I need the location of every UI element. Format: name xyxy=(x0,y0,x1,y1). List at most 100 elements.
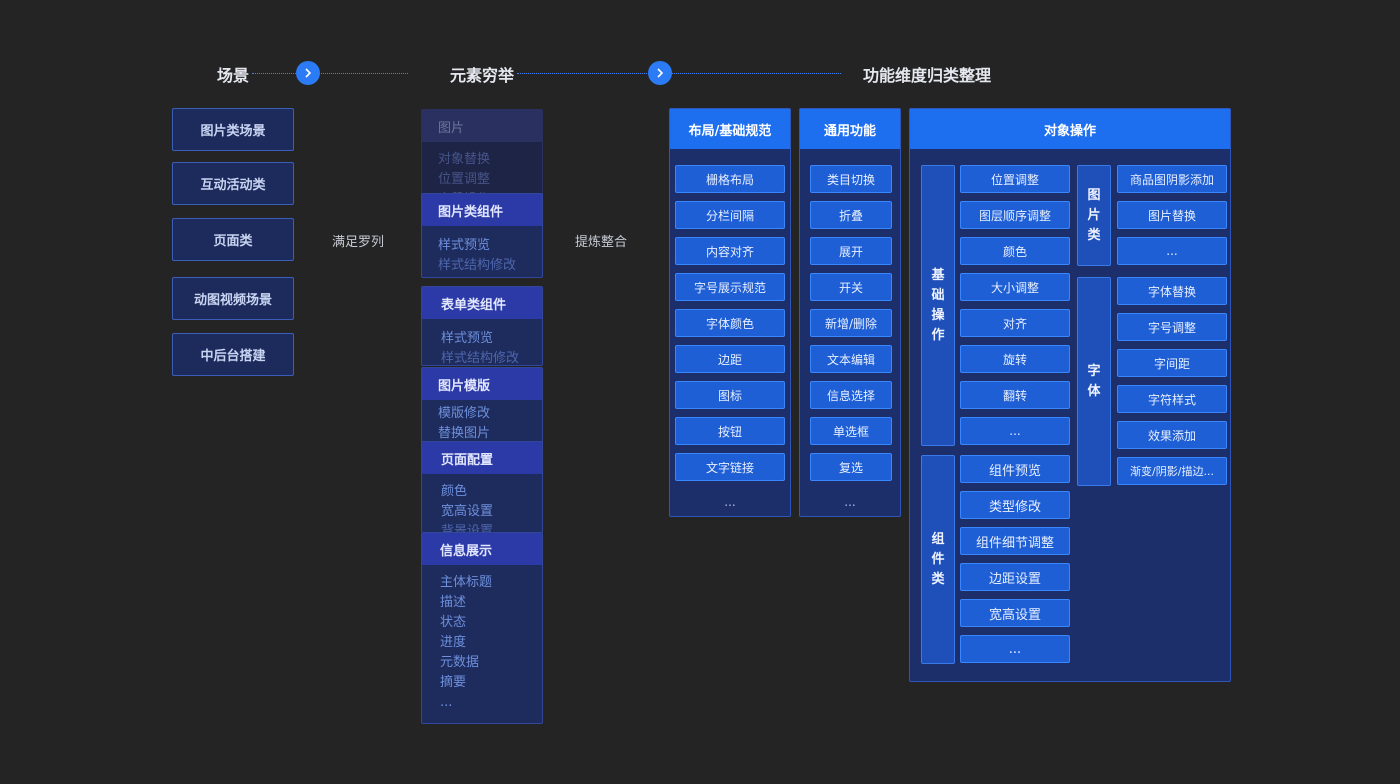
layout-item-button[interactable]: 边距 xyxy=(675,345,785,373)
font-op-button[interactable]: 渐变/阴影/描边... xyxy=(1117,457,1227,485)
element-item: 状态 xyxy=(440,615,467,630)
step-label-elements: 元素穷举 xyxy=(450,66,515,85)
element-item: 对象替换 xyxy=(438,152,491,167)
basic-op-button[interactable]: 图层顺序调整 xyxy=(960,201,1070,229)
basic-ops-label: 基础操作 xyxy=(921,165,955,446)
element-card: 页面配置 颜色 宽高设置 背景设置 xyxy=(421,441,543,533)
element-card: 图片类组件 样式预览 样式结构修改 xyxy=(421,193,543,278)
general-panel: 通用功能 类目切换 折叠 展开 开关 新增/删除 文本编辑 信息选择 单选框 复… xyxy=(799,108,901,517)
layout-item-button[interactable]: 分栏间隔 xyxy=(675,201,785,229)
image-op-button[interactable]: ... xyxy=(1117,237,1227,265)
basic-op-button[interactable]: ... xyxy=(960,417,1070,445)
object-panel: 对象操作 基础操作 位置调整 图层顺序调整 颜色 大小调整 对齐 旋转 翻转 .… xyxy=(909,108,1231,682)
step-label-classify: 功能维度归类整理 xyxy=(863,66,992,85)
element-card: 表单类组件 样式预览 样式结构修改 xyxy=(421,286,543,366)
layout-item-button[interactable]: 内容对齐 xyxy=(675,237,785,265)
scene-box[interactable]: 页面类 xyxy=(172,218,294,261)
component-op-button[interactable]: 组件细节调整 xyxy=(960,527,1070,555)
element-item: 颜色 xyxy=(441,484,468,499)
layout-item-button[interactable]: 图标 xyxy=(675,381,785,409)
element-card-title: 图片模版 xyxy=(422,368,542,400)
element-item: 样式预览 xyxy=(438,238,491,253)
element-item: 样式结构修改 xyxy=(438,258,517,273)
general-more-text: ... xyxy=(844,495,856,509)
step-label-scene: 场景 xyxy=(217,66,250,85)
general-item-button[interactable]: 单选框 xyxy=(810,417,892,445)
scene-box[interactable]: 图片类场景 xyxy=(172,108,294,151)
general-item-button[interactable]: 开关 xyxy=(810,273,892,301)
element-card-title: 信息展示 xyxy=(422,533,542,565)
layout-item-button[interactable]: 字体颜色 xyxy=(675,309,785,337)
scene-box[interactable]: 动图视频场景 xyxy=(172,277,294,320)
basic-ops-label-text: 基础操作 xyxy=(931,267,945,343)
element-item: 样式结构修改 xyxy=(441,351,520,366)
connector-text-satisfy: 满足罗列 xyxy=(332,235,385,250)
image-category-label: 图片类 xyxy=(1077,165,1111,266)
component-op-button[interactable]: 宽高设置 xyxy=(960,599,1070,627)
layout-item-button[interactable]: 栅格布局 xyxy=(675,165,785,193)
scene-box[interactable]: 中后台搭建 xyxy=(172,333,294,376)
element-item: 主体标题 xyxy=(440,575,493,590)
element-card-title: 表单类组件 xyxy=(422,287,542,319)
element-item: 进度 xyxy=(440,635,467,650)
element-item: 样式预览 xyxy=(441,331,494,346)
image-category-label-text: 图片类 xyxy=(1087,187,1101,243)
element-card-title: 页面配置 xyxy=(422,442,542,474)
font-op-button[interactable]: 字间距 xyxy=(1117,349,1227,377)
layout-item-button[interactable]: 按钮 xyxy=(675,417,785,445)
step-connector-line xyxy=(252,73,408,74)
font-op-button[interactable]: 字号调整 xyxy=(1117,313,1227,341)
general-item-button[interactable]: 类目切换 xyxy=(810,165,892,193)
layout-panel: 布局/基础规范 栅格布局 分栏间隔 内容对齐 字号展示规范 字体颜色 边距 图标… xyxy=(669,108,791,517)
font-op-button[interactable]: 效果添加 xyxy=(1117,421,1227,449)
basic-op-button[interactable]: 大小调整 xyxy=(960,273,1070,301)
step-arrow-button[interactable] xyxy=(648,61,672,85)
image-op-button[interactable]: 商品图阴影添加 xyxy=(1117,165,1227,193)
font-op-button[interactable]: 字体替换 xyxy=(1117,277,1227,305)
basic-op-button[interactable]: 位置调整 xyxy=(960,165,1070,193)
connector-text-refine: 提炼整合 xyxy=(575,235,628,250)
image-op-button[interactable]: 图片替换 xyxy=(1117,201,1227,229)
general-panel-title: 通用功能 xyxy=(800,109,900,149)
chevron-right-icon xyxy=(305,68,312,78)
layout-panel-title: 布局/基础规范 xyxy=(670,109,790,149)
component-op-button[interactable]: ... xyxy=(960,635,1070,663)
layout-item-button[interactable]: 字号展示规范 xyxy=(675,273,785,301)
chevron-right-icon xyxy=(657,68,664,78)
general-item-button[interactable]: 展开 xyxy=(810,237,892,265)
basic-op-button[interactable]: 旋转 xyxy=(960,345,1070,373)
basic-op-button[interactable]: 翻转 xyxy=(960,381,1070,409)
element-item: 宽高设置 xyxy=(441,504,494,519)
object-panel-title: 对象操作 xyxy=(910,109,1230,149)
element-item: 描述 xyxy=(440,595,467,610)
component-label: 组件类 xyxy=(921,455,955,664)
component-op-button[interactable]: 组件预览 xyxy=(960,455,1070,483)
font-category-label: 字体 xyxy=(1077,277,1111,486)
general-item-button[interactable]: 折叠 xyxy=(810,201,892,229)
general-item-button[interactable]: 文本编辑 xyxy=(810,345,892,373)
font-op-button[interactable]: 字符样式 xyxy=(1117,385,1227,413)
element-card-title: 图片类组件 xyxy=(422,194,542,226)
layout-more-text: ... xyxy=(724,495,736,509)
component-op-button[interactable]: 边距设置 xyxy=(960,563,1070,591)
general-item-button[interactable]: 复选 xyxy=(810,453,892,481)
element-card: 图片模版 模版修改 替换图片 xyxy=(421,367,543,445)
basic-op-button[interactable]: 颜色 xyxy=(960,237,1070,265)
element-item: 模版修改 xyxy=(438,406,491,421)
layout-item-button[interactable]: 文字链接 xyxy=(675,453,785,481)
component-label-text: 组件类 xyxy=(931,531,945,587)
element-item: 元数据 xyxy=(440,655,480,670)
scene-box[interactable]: 互动活动类 xyxy=(172,162,294,205)
component-op-button[interactable]: 类型修改 xyxy=(960,491,1070,519)
element-item: 摘要 xyxy=(440,675,467,690)
element-card: 信息展示 主体标题 描述 状态 进度 元数据 摘要 ... xyxy=(421,532,543,724)
step-connector-line xyxy=(517,73,841,74)
element-item: ... xyxy=(440,695,453,710)
element-card-title: 图片 xyxy=(422,110,542,142)
step-arrow-button[interactable] xyxy=(296,61,320,85)
element-item: 位置调整 xyxy=(438,172,491,187)
element-card: 图片 对象替换 位置调整 字段操作 xyxy=(421,109,543,199)
general-item-button[interactable]: 新增/删除 xyxy=(810,309,892,337)
general-item-button[interactable]: 信息选择 xyxy=(810,381,892,409)
basic-op-button[interactable]: 对齐 xyxy=(960,309,1070,337)
